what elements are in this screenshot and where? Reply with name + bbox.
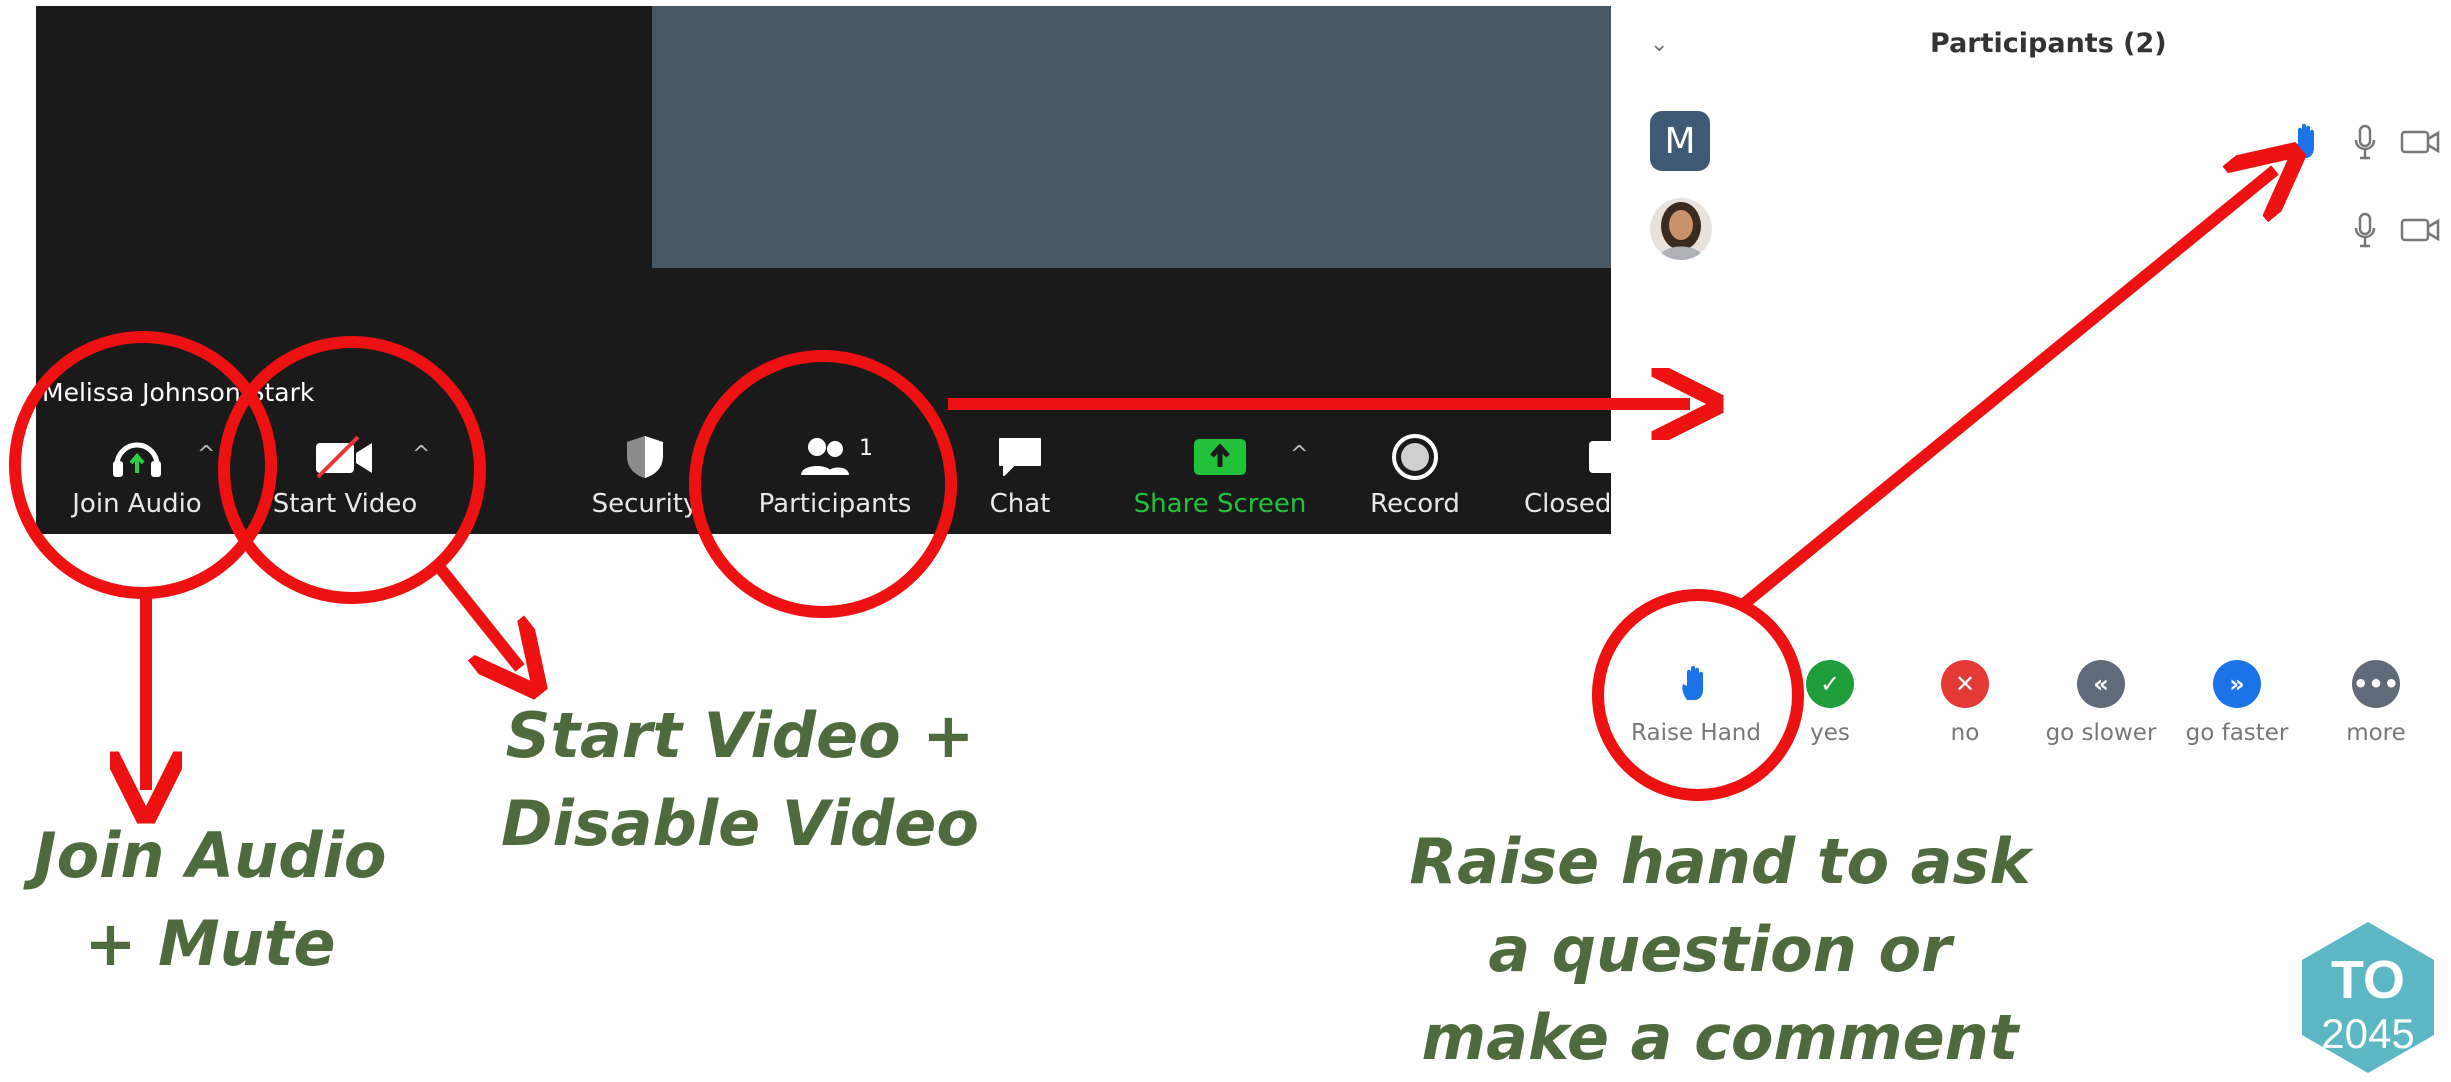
raise-hand-callout-line: a question or: [1488, 913, 1952, 986]
start-video-highlight-circle: [218, 336, 486, 604]
start-video-callout-line: Disable Video: [501, 787, 979, 860]
logo-line-1: TO: [2331, 950, 2405, 1010]
start-video-arrow: [435, 564, 520, 668]
raise-hand-arrow: [1741, 170, 2275, 608]
raise-hand-callout-line: make a comment: [1421, 1001, 2019, 1074]
join-audio-callout-line: + Mute: [84, 907, 336, 980]
logo-line-2: 2045: [2321, 1010, 2414, 1057]
participants-highlight-circle: [689, 350, 957, 618]
join-audio-callout: Join Audio + Mute: [0, 812, 420, 988]
raise-hand-callout: Raise hand to ask a question or make a c…: [1390, 818, 2050, 1082]
start-video-callout-line: Start Video +: [505, 699, 975, 772]
to2045-logo: TO 2045: [2302, 922, 2434, 1073]
join-audio-callout-line: Join Audio: [33, 819, 387, 892]
raise-hand-highlight-circle: [1592, 589, 1804, 801]
join-audio-highlight-circle: [9, 331, 277, 599]
raise-hand-callout-line: Raise hand to ask: [1409, 825, 2031, 898]
start-video-callout: Start Video + Disable Video: [480, 692, 1000, 868]
